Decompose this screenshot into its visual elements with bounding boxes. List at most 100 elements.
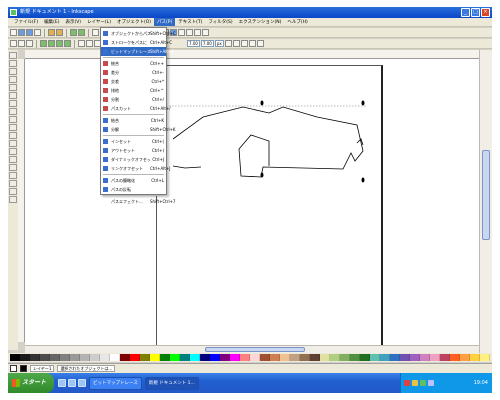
close-button[interactable]: × [481,8,490,17]
palette-swatch[interactable] [300,354,310,361]
rectangle-tool-icon[interactable] [9,84,17,91]
eraser-tool-icon[interactable] [9,164,17,171]
palette-swatch[interactable] [140,354,150,361]
palette-swatch[interactable] [360,354,370,361]
car-detail-path[interactable] [356,138,364,146]
menu-item-cut-path[interactable]: パスカット Ctrl+Alt+/ [101,104,171,113]
menu-item-outset[interactable]: アウトセット Ctrl+) [101,146,166,155]
maximize-button[interactable]: □ [471,8,480,17]
menu-edit[interactable]: 編集(E) [41,18,62,26]
connector-tool-icon[interactable] [9,196,17,203]
taskbar-task-trace[interactable]: ビットマップトレース [89,376,142,390]
palette-swatch[interactable] [60,354,70,361]
flip-vertical-icon[interactable] [64,40,71,47]
preferences-icon[interactable] [202,29,209,36]
new-document-icon[interactable] [10,29,17,36]
layer-selector[interactable]: レイヤー1 [30,365,55,372]
align-icon[interactable] [186,29,193,36]
palette-swatch[interactable] [200,354,210,361]
palette-swatch[interactable] [330,354,340,361]
menu-item-linked-offset[interactable]: リンクオフセット Ctrl+Alt+J [101,164,170,173]
menu-path[interactable]: パス(P) [154,18,176,26]
palette-swatch[interactable] [150,354,160,361]
menu-view[interactable]: 表示(V) [62,18,84,26]
palette-swatch[interactable] [350,354,360,361]
select-all-layers-icon[interactable] [18,40,25,47]
y-coordinate-field[interactable]: 7.00 [200,40,214,47]
horizontal-scroll-thumb[interactable] [205,347,305,352]
scale-stroke-icon[interactable] [232,40,240,47]
lock-icon[interactable] [224,40,232,47]
palette-swatch[interactable] [100,354,110,361]
palette-swatch[interactable] [250,354,260,361]
palette-swatch[interactable] [70,354,80,361]
palette-swatch[interactable] [120,354,130,361]
import-icon[interactable] [48,29,55,36]
menu-item-stroke[interactable]: ストロークをパスに Ctrl+Alt+C [101,38,172,47]
rotate-cw-icon[interactable] [48,40,55,47]
palette-swatch[interactable] [160,354,170,361]
paint-bucket-tool-icon[interactable] [9,172,17,179]
palette-swatch[interactable] [410,354,420,361]
gradient-tool-icon[interactable] [9,180,17,187]
unit-select[interactable]: px [214,40,224,47]
menu-item-combine[interactable]: 結合 Ctrl+K [101,116,166,125]
menu-item-union[interactable]: 統合 Ctrl++ [101,59,166,68]
scale-handle-bottom-right[interactable] [361,177,365,183]
ellipse-tool-icon[interactable] [9,100,17,107]
undo-icon[interactable] [70,29,77,36]
dropper-tool-icon[interactable] [9,188,17,195]
3d-box-tool-icon[interactable] [9,92,17,99]
raise-icon[interactable] [86,40,93,47]
flip-horizontal-icon[interactable] [56,40,63,47]
copy-icon[interactable] [92,29,99,36]
calligraphy-tool-icon[interactable] [9,140,17,147]
drawing-svg[interactable] [25,59,479,353]
security-icon[interactable] [404,380,410,386]
spray-tool-icon[interactable] [9,156,17,163]
menu-text[interactable]: テキスト(T) [175,18,205,26]
menu-extensions[interactable]: エクステンション(N) [236,18,285,26]
menu-item-inset[interactable]: インセット Ctrl+( [101,137,166,146]
menu-item-difference[interactable]: 差分 Ctrl+- [101,68,166,77]
menu-item-break-apart[interactable]: 分解 Shift+Ctrl+K [101,125,176,134]
palette-swatch[interactable] [340,354,350,361]
palette-swatch[interactable] [460,354,470,361]
menu-item-simplify[interactable]: パスの簡略化 Ctrl+L [101,176,166,185]
palette-swatch[interactable] [400,354,410,361]
browser-icon[interactable] [68,379,76,387]
xml-editor-icon[interactable] [194,29,201,36]
palette-swatch[interactable] [260,354,270,361]
save-icon[interactable] [26,29,33,36]
pencil-tool-icon[interactable] [9,124,17,131]
palette-swatch[interactable] [10,354,20,361]
vertical-scroll-thumb[interactable] [482,150,490,240]
scale-handle-top-right[interactable] [361,100,365,106]
raise-to-top-icon[interactable] [78,40,85,47]
palette-swatch[interactable] [40,354,50,361]
node-tool-icon[interactable] [9,60,17,67]
palette-swatch[interactable] [270,354,280,361]
vertical-scrollbar[interactable] [479,50,492,353]
palette-swatch[interactable] [290,354,300,361]
palette-swatch[interactable] [310,354,320,361]
palette-swatch[interactable] [480,354,490,361]
palette-swatch[interactable] [80,354,90,361]
selector-tool-icon[interactable] [9,52,17,59]
menu-item-path[interactable]: オブジェクトからパスへShift+Ctrl+C [101,29,176,38]
menu-item-reverse[interactable]: パスの反転 [101,185,166,194]
tweak-tool-icon[interactable] [9,68,17,75]
text-tool-icon[interactable] [9,148,17,155]
transform-gradient-icon[interactable] [248,40,256,47]
scale-handle-bottom-left[interactable] [260,172,264,178]
menu-item-division[interactable]: 分割 Ctrl+/ [101,95,166,104]
horizontal-ruler[interactable] [25,50,483,59]
palette-swatch[interactable] [390,354,400,361]
horizontal-scrollbar[interactable] [25,345,479,353]
media-player-icon[interactable] [78,379,86,387]
open-icon[interactable] [18,29,25,36]
scale-corners-icon[interactable] [240,40,248,47]
palette-swatch[interactable] [90,354,100,361]
menu-help[interactable]: ヘルプ(H) [284,18,310,26]
start-button[interactable]: スタート [8,373,54,393]
